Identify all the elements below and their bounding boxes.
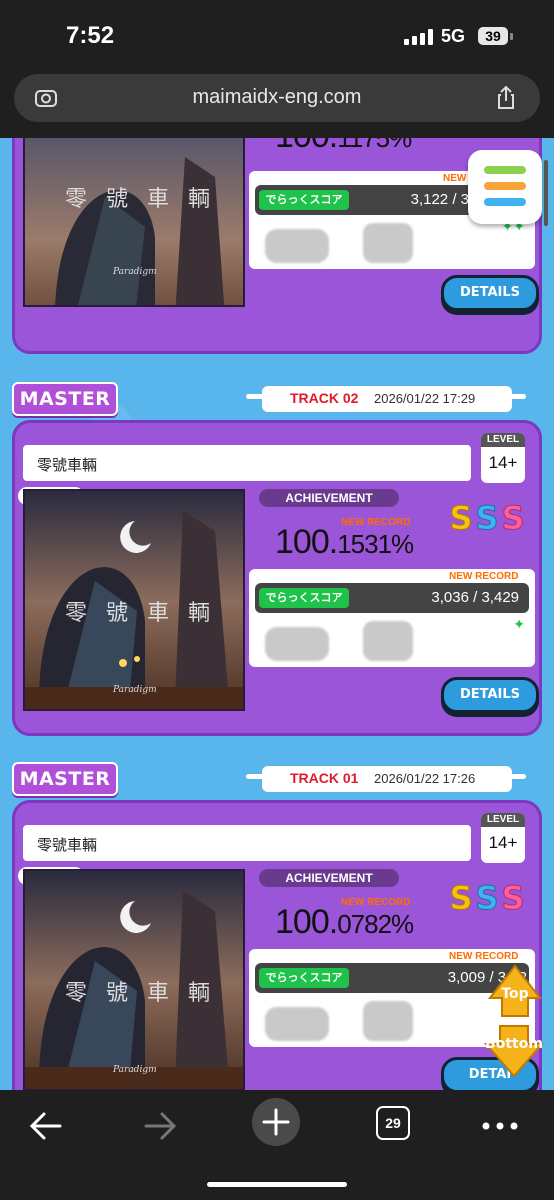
rank-letter: S <box>475 879 499 917</box>
score-new-badge: NEW RECORD <box>449 571 519 582</box>
album-jacket[interactable]: 零 號 車 輌 Paradigm <box>23 138 245 307</box>
achievement-value: 100.1531% <box>275 523 414 561</box>
track-header: MASTER TRACK 02 2026/01/22 17:29 <box>0 382 554 418</box>
details-button[interactable]: DETAILS <box>441 275 539 311</box>
achievement-value: 100.1175% <box>275 138 412 155</box>
track-number: TRACK 02 <box>290 390 359 406</box>
track-number: TRACK 01 <box>290 770 359 786</box>
forward-icon[interactable] <box>138 1104 182 1148</box>
dx-score-label: でらっくスコア <box>259 190 349 210</box>
achievement-label: ACHIEVEMENT <box>259 489 399 507</box>
jacket-caption: Paradigm <box>113 685 157 695</box>
rank-badge: S S S <box>447 499 527 537</box>
battery-tip <box>510 33 513 40</box>
play-date: 2026/01/22 17:29 <box>374 391 476 406</box>
rank-letter: S <box>449 879 473 917</box>
network-label: 5G <box>441 26 466 46</box>
song-title: 零號車輛 <box>37 456 98 474</box>
battery-icon: 39 <box>478 27 508 45</box>
level-value: 14+ <box>488 453 518 472</box>
menu-bar-icon <box>484 182 526 190</box>
jacket-title-art: 零 號 車 輌 <box>65 187 216 212</box>
level-box: LEVEL 14+ <box>481 813 525 863</box>
share-icon[interactable] <box>492 84 520 112</box>
level-label: LEVEL <box>481 433 525 447</box>
dx-score-label: でらっくスコア <box>259 968 349 988</box>
menu-button[interactable] <box>468 150 542 224</box>
rank-letter: S <box>501 879 525 917</box>
signal-icon <box>404 29 434 45</box>
score-panel: NEW RECORD でらっくスコア 3,036 / 3,429 ✦ <box>249 569 535 667</box>
blurred-badge <box>265 627 329 661</box>
jacket-caption: Paradigm <box>113 267 157 277</box>
track-info: TRACK 01 2026/01/22 17:26 <box>262 766 512 792</box>
plus-icon <box>262 1108 290 1136</box>
rank-letter: S <box>475 499 499 537</box>
song-title: 零號車輛 <box>37 836 98 854</box>
scroll-bottom-label: Bottom <box>485 1036 543 1052</box>
scroll-top-label: Top <box>501 986 529 1002</box>
score-new-badge: NEW <box>443 173 467 184</box>
achievement-value: 100.0782% <box>275 903 414 941</box>
scrollbar-thumb[interactable] <box>544 160 548 226</box>
dx-score-label: でらっくスコア <box>259 588 349 608</box>
jacket-caption: Paradigm <box>113 1065 157 1075</box>
tabs-button[interactable]: 29 <box>376 1106 410 1140</box>
record-card: 零 號 車 輌 Paradigm 100.1175% S S S NEW でらっ… <box>12 138 542 354</box>
url-text[interactable]: maimaidx-eng.com <box>14 86 540 109</box>
blurred-badge <box>265 1007 329 1041</box>
play-date: 2026/01/22 17:26 <box>374 771 476 786</box>
new-tab-button[interactable] <box>252 1098 300 1146</box>
level-box: LEVEL 14+ <box>481 433 525 483</box>
dx-score-row: でらっくスコア 3,036 / 3,429 <box>255 583 529 613</box>
blurred-badge <box>265 229 329 263</box>
jacket-title-art: 零 號 車 輌 <box>65 981 216 1006</box>
dx-score-value: 3,122 / 3 <box>410 191 469 208</box>
scroll-bottom-button[interactable]: Bottom <box>482 1024 546 1078</box>
difficulty-badge: MASTER <box>12 382 118 416</box>
browser-top-bar: 7:52 5G 39 maimaidx-eng.com <box>0 0 554 138</box>
details-button[interactable]: DETAILS <box>441 677 539 713</box>
home-indicator <box>207 1182 347 1187</box>
jacket-title-art: 零 號 車 輌 <box>65 601 216 626</box>
rank-letter: S <box>449 499 473 537</box>
blurred-badge <box>363 223 413 263</box>
dx-star-icons: ✦ <box>513 617 525 633</box>
song-title-box: 零號車輛 <box>23 445 471 481</box>
address-bar[interactable]: maimaidx-eng.com <box>14 74 540 122</box>
score-new-badge: NEW RECORD <box>449 951 519 962</box>
status-time: 7:52 <box>66 22 115 49</box>
song-title-box: 零號車輛 <box>23 825 471 861</box>
browser-toolbar: 29 <box>0 1090 554 1200</box>
level-label: LEVEL <box>481 813 525 827</box>
rank-badge: S S S <box>447 879 527 917</box>
track-header: MASTER TRACK 01 2026/01/22 17:26 <box>0 762 554 798</box>
track-info: TRACK 02 2026/01/22 17:29 <box>262 386 512 412</box>
page-content: 零 號 車 輌 Paradigm 100.1175% S S S NEW でらっ… <box>0 138 554 1090</box>
back-icon[interactable] <box>24 1104 68 1148</box>
blurred-badge <box>363 1001 413 1041</box>
level-value: 14+ <box>488 833 518 852</box>
difficulty-badge: MASTER <box>12 762 118 796</box>
blurred-badge <box>363 621 413 661</box>
album-jacket[interactable]: 零 號 車 輌 Paradigm <box>23 869 245 1090</box>
dx-score-value: 3,036 / 3,429 <box>431 589 519 606</box>
menu-bar-icon <box>484 198 526 206</box>
record-card: 零號車輛 LEVEL 14+ でらっくす 零 號 車 輌 Pa <box>12 800 542 1090</box>
record-card: 零號車輛 LEVEL 14+ でらっくす <box>12 420 542 736</box>
rank-letter: S <box>501 499 525 537</box>
menu-bar-icon <box>484 166 526 174</box>
achievement-label: ACHIEVEMENT <box>259 869 399 887</box>
scroll-top-button[interactable]: Top <box>487 964 543 1018</box>
album-jacket[interactable]: 零 號 車 輌 Paradigm <box>23 489 245 711</box>
more-icon[interactable] <box>478 1104 522 1148</box>
